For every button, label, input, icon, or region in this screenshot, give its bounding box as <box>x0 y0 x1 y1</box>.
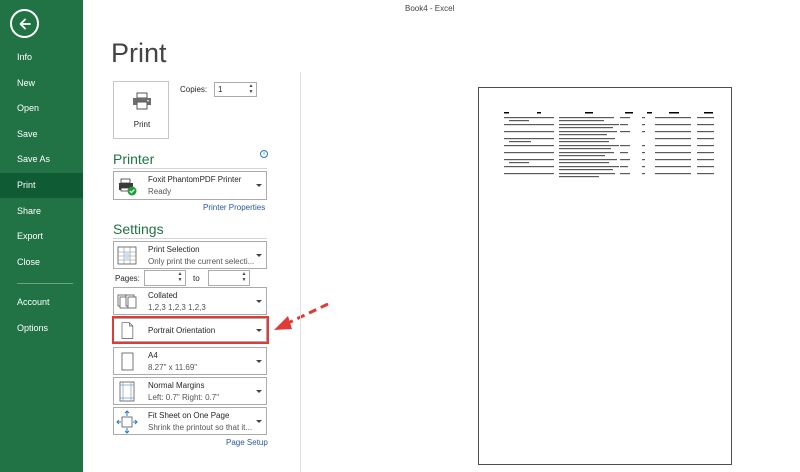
page-title: Print <box>111 38 167 68</box>
chevron-down-icon <box>256 360 262 363</box>
pages-to-input[interactable]: ▲ ▼ <box>208 270 250 286</box>
scaling-subtitle: Shrink the printout so that it... <box>148 423 253 432</box>
print-what-dropdown[interactable]: Print Selection Only print the current s… <box>113 241 267 269</box>
paper-size-subtitle: 8.27" x 11.69" <box>148 363 198 372</box>
portrait-page-icon <box>121 322 134 339</box>
nav-separator <box>17 283 73 284</box>
printer-name: Foxit PhantomPDF Printer <box>148 175 242 184</box>
nav-open[interactable]: Open <box>0 96 83 121</box>
window-title: Book4 - Excel <box>405 4 455 13</box>
print-preview-page <box>478 87 732 465</box>
nav-account[interactable]: Account <box>0 290 83 315</box>
printer-icon <box>133 92 151 110</box>
settings-section-divider <box>113 238 267 239</box>
margins-title: Normal Margins <box>148 381 205 390</box>
nav-export[interactable]: Export <box>0 224 83 249</box>
page-setup-link[interactable]: Page Setup <box>226 438 268 447</box>
printer-section-divider <box>113 168 267 169</box>
orientation-title: Portrait Orientation <box>148 326 216 335</box>
nav-save[interactable]: Save <box>0 122 83 147</box>
chevron-down-icon <box>256 420 262 423</box>
chevron-down-icon <box>256 300 262 303</box>
pane-divider <box>300 72 301 472</box>
scaling-dropdown[interactable]: Fit Sheet on One Page Shrink the printou… <box>113 407 267 435</box>
excel-backstage-print: Info New Open Save Save As Print Share E… <box>0 0 800 472</box>
paper-size-icon <box>121 352 134 371</box>
scaling-title: Fit Sheet on One Page <box>148 411 230 420</box>
nav-new[interactable]: New <box>0 71 83 96</box>
printer-section-title: Printer <box>113 151 155 167</box>
nav-share[interactable]: Share <box>0 199 83 224</box>
margins-icon <box>119 381 135 402</box>
collation-title: Collated <box>148 291 178 300</box>
copies-label: Copies: <box>180 85 208 94</box>
print-button[interactable]: Print <box>113 81 169 139</box>
pages-label: Pages: <box>115 274 140 283</box>
nav-close[interactable]: Close <box>0 250 83 275</box>
collation-dropdown[interactable]: Collated 1,2,3 1,2,3 1,2,3 <box>113 287 267 315</box>
nav-info[interactable]: Info <box>0 45 83 70</box>
chevron-down-icon <box>256 254 262 257</box>
settings-section-title: Settings <box>113 221 164 237</box>
printer-ready-icon <box>119 178 137 196</box>
print-what-subtitle: Only print the current selecti... <box>148 257 255 266</box>
back-arrow-icon <box>19 18 31 29</box>
paper-size-dropdown[interactable]: A4 8.27" x 11.69" <box>113 347 267 375</box>
fit-sheet-icon <box>116 410 138 434</box>
pages-to-label: to <box>193 274 200 283</box>
collation-subtitle: 1,2,3 1,2,3 1,2,3 <box>148 303 206 312</box>
nav-options[interactable]: Options <box>0 316 83 341</box>
back-button[interactable] <box>10 9 39 38</box>
pages-from-spinner[interactable]: ▲ ▼ <box>176 271 184 284</box>
printer-status: Ready <box>148 187 172 196</box>
paper-size-title: A4 <box>148 351 158 360</box>
copies-value: 1 <box>218 85 223 94</box>
printer-properties-link[interactable]: Printer Properties <box>203 203 265 212</box>
preview-sheet-content <box>504 112 714 178</box>
margins-dropdown[interactable]: Normal Margins Left: 0.7" Right: 0.7" <box>113 377 267 405</box>
backstage-sidebar: Info New Open Save Save As Print Share E… <box>0 0 83 472</box>
info-icon[interactable]: i <box>260 150 268 158</box>
nav-save-as[interactable]: Save As <box>0 147 83 172</box>
chevron-down-icon <box>256 390 262 393</box>
print-button-label: Print <box>133 120 151 129</box>
orientation-dropdown[interactable]: Portrait Orientation <box>113 318 267 342</box>
annotation-arrow-icon <box>274 302 329 330</box>
nav-print[interactable]: Print <box>0 173 83 198</box>
worksheet-selection-icon <box>117 246 137 265</box>
collated-icon <box>117 294 137 309</box>
pages-from-input[interactable]: ▲ ▼ <box>144 270 186 286</box>
copies-spinner[interactable]: ▲ ▼ <box>247 83 255 96</box>
copies-input[interactable]: 1 ▲ ▼ <box>214 82 257 97</box>
printer-dropdown[interactable]: Foxit PhantomPDF Printer Ready <box>113 171 267 200</box>
chevron-down-icon <box>256 329 262 332</box>
margins-subtitle: Left: 0.7" Right: 0.7" <box>148 393 220 402</box>
pages-to-spinner[interactable]: ▲ ▼ <box>240 271 248 284</box>
chevron-down-icon <box>256 184 262 187</box>
print-what-title: Print Selection <box>148 245 200 254</box>
